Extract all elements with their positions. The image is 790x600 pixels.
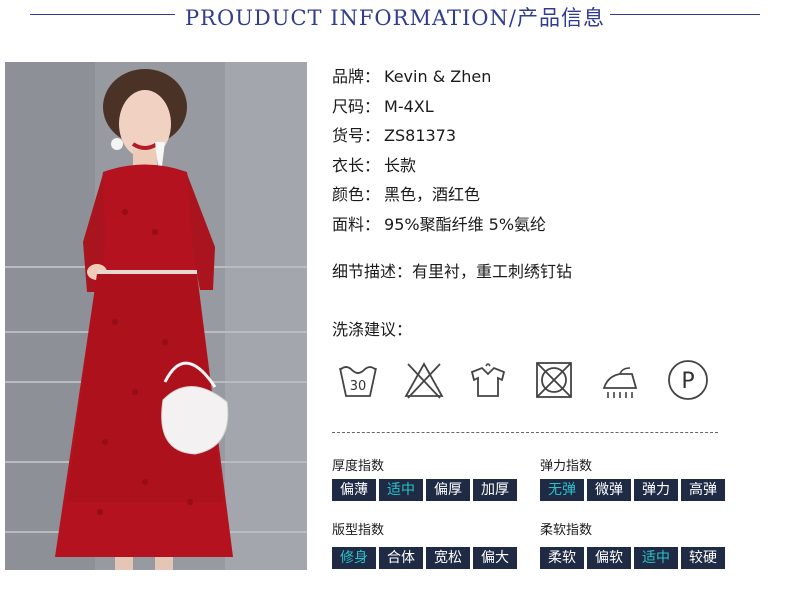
thickness-option[interactable]: 偏厚 bbox=[426, 479, 470, 501]
spec-value: M-4XL bbox=[384, 96, 434, 116]
section-header: PROUDUCT INFORMATION/产品信息 bbox=[0, 0, 790, 36]
spec-key: 衣长： bbox=[332, 155, 381, 175]
fit-index-options: 修身 合体 宽松 偏大 bbox=[332, 547, 520, 569]
spec-row-brand: 品牌： Kevin & Zhen bbox=[332, 62, 546, 92]
spec-key: 品牌： bbox=[332, 67, 381, 86]
fit-option[interactable]: 合体 bbox=[379, 547, 423, 569]
elasticity-option-selected[interactable]: 无弹 bbox=[540, 479, 584, 501]
spec-value: 黑色，酒红色 bbox=[384, 185, 481, 204]
header-divider-right bbox=[610, 14, 760, 15]
elasticity-option[interactable]: 微弹 bbox=[587, 479, 631, 501]
wash-advice-title: 洗涤建议： bbox=[332, 320, 413, 339]
spec-row-color: 颜色： 黑色，酒红色 bbox=[332, 180, 546, 210]
wash-30-icon: 30 bbox=[336, 358, 380, 402]
spec-row-fabric: 面料： 95%聚酯纤维 5%氨纶 bbox=[332, 210, 546, 240]
product-photo bbox=[5, 62, 307, 570]
spec-key: 货号： bbox=[332, 126, 381, 145]
elasticity-option[interactable]: 高弹 bbox=[681, 479, 725, 501]
spec-value: Kevin & Zhen bbox=[384, 67, 492, 86]
spec-value: ZS81373 bbox=[384, 126, 457, 145]
detail-description: 细节描述：有里衬，重工刺绣钉钻 bbox=[332, 262, 573, 281]
thickness-index-title: 厚度指数 bbox=[332, 459, 385, 474]
elasticity-option[interactable]: 弹力 bbox=[634, 479, 678, 501]
fit-option[interactable]: 宽松 bbox=[426, 547, 470, 569]
thickness-index-options: 偏薄 适中 偏厚 加厚 bbox=[332, 479, 520, 501]
dry-clean-p-icon: P bbox=[666, 358, 710, 402]
dry-clean-letter: P bbox=[681, 369, 694, 394]
spec-key: 面料： bbox=[332, 214, 381, 234]
elasticity-index-options: 无弹 微弹 弹力 高弹 bbox=[540, 479, 728, 501]
fit-option-selected[interactable]: 修身 bbox=[332, 547, 376, 569]
softness-option[interactable]: 较硬 bbox=[681, 547, 725, 569]
fit-option[interactable]: 偏大 bbox=[473, 547, 517, 569]
divider-dashed bbox=[332, 432, 718, 433]
elasticity-index-title: 弹力指数 bbox=[540, 459, 593, 474]
no-bleach-icon bbox=[402, 358, 446, 402]
thickness-option[interactable]: 偏薄 bbox=[332, 479, 376, 501]
hang-dry-icon bbox=[466, 358, 510, 402]
spec-row-size: 尺码： M-4XL bbox=[332, 92, 546, 122]
spec-value: 95%聚酯纤维 5%氨纶 bbox=[384, 214, 547, 234]
no-tumble-dry-icon bbox=[532, 358, 576, 402]
softness-index-options: 柔软 偏软 适中 较硬 bbox=[540, 547, 728, 569]
section-title: PROUDUCT INFORMATION/产品信息 bbox=[185, 6, 605, 30]
wash-temp-label: 30 bbox=[350, 379, 367, 394]
spec-key: 颜色： bbox=[332, 185, 381, 204]
spec-row-item-no: 货号： ZS81373 bbox=[332, 121, 546, 151]
softness-option[interactable]: 柔软 bbox=[540, 547, 584, 569]
spec-value: 长款 bbox=[384, 155, 417, 175]
iron-steam-icon bbox=[598, 358, 642, 402]
softness-index-title: 柔软指数 bbox=[540, 523, 593, 538]
spec-list: 品牌： Kevin & Zhen 尺码： M-4XL 货号： ZS81373 衣长：长… bbox=[332, 62, 546, 239]
spec-row-length: 衣长： 长款 bbox=[332, 151, 546, 181]
thickness-option[interactable]: 加厚 bbox=[473, 479, 517, 501]
fit-index-title: 版型指数 bbox=[332, 523, 385, 538]
softness-option[interactable]: 偏软 bbox=[587, 547, 631, 569]
softness-option-selected[interactable]: 适中 bbox=[634, 547, 678, 569]
spec-key: 尺码： bbox=[332, 96, 381, 116]
thickness-option-selected[interactable]: 适中 bbox=[379, 479, 423, 501]
